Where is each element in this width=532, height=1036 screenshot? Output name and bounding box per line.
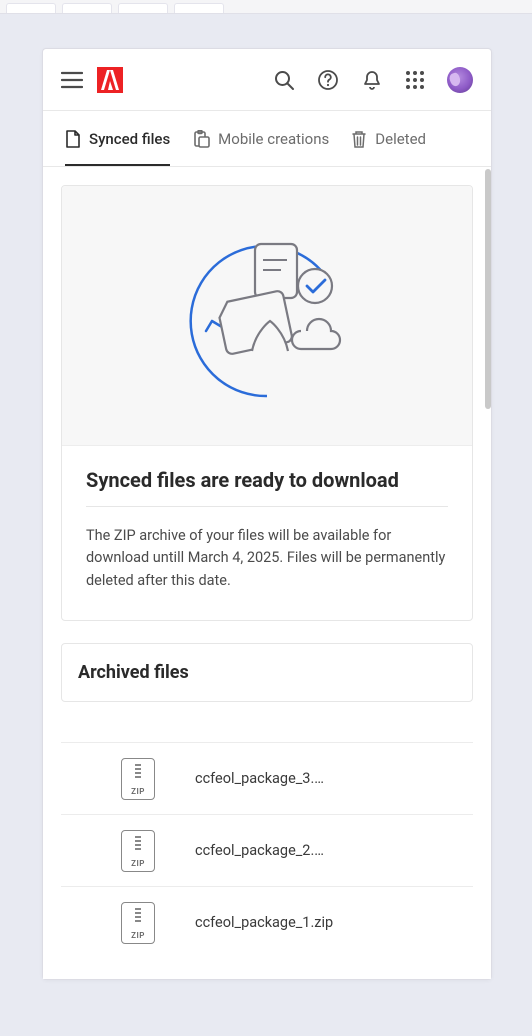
tab-label: Deleted: [375, 130, 426, 148]
tab-bar: Synced files Mobile creations Deleted: [43, 111, 491, 167]
file-row[interactable]: ccfeol_package_1.zip: [61, 886, 473, 958]
zip-file-icon: [121, 830, 155, 872]
file-name: ccfeol_package_2.…: [195, 842, 324, 859]
tab-label: Mobile creations: [218, 130, 329, 148]
clipboard-icon: [192, 130, 210, 148]
file-name: ccfeol_package_3.…: [195, 770, 324, 787]
file-row[interactable]: ccfeol_package_3.…: [61, 742, 473, 814]
hero-title: Synced files are ready to download: [86, 468, 448, 507]
hero-body-text: The ZIP archive of your files will be av…: [86, 525, 448, 592]
hero-card: Synced files are ready to download The Z…: [61, 185, 473, 621]
browser-tab-strip: [0, 0, 532, 14]
app-panel: Synced files Mobile creations Deleted: [42, 48, 492, 980]
avatar[interactable]: [447, 67, 473, 93]
tab-deleted[interactable]: Deleted: [351, 111, 426, 166]
tab-mobile-creations[interactable]: Mobile creations: [192, 111, 329, 166]
apps-grid-icon[interactable]: [405, 70, 425, 90]
zip-file-icon: [121, 902, 155, 944]
file-name: ccfeol_package_1.zip: [195, 914, 333, 931]
tab-label: Synced files: [89, 130, 170, 148]
top-bar: [43, 49, 491, 111]
archived-title: Archived files: [78, 662, 456, 683]
adobe-logo-icon[interactable]: [97, 67, 123, 93]
tab-synced-files[interactable]: Synced files: [65, 111, 170, 166]
zip-file-icon: [121, 758, 155, 800]
hamburger-menu-icon[interactable]: [61, 71, 83, 89]
content-area: Synced files are ready to download The Z…: [43, 167, 491, 979]
hero-illustration: [62, 186, 472, 446]
file-row[interactable]: ccfeol_package_2.…: [61, 814, 473, 886]
help-icon[interactable]: [317, 69, 339, 91]
search-icon[interactable]: [273, 69, 295, 91]
trash-icon: [351, 130, 367, 148]
file-icon: [65, 130, 81, 148]
file-list: ccfeol_package_3.… ccfeol_package_2.… cc…: [61, 742, 473, 958]
bell-icon[interactable]: [361, 69, 383, 91]
scrollbar-thumb[interactable]: [485, 169, 491, 409]
archived-section-header: Archived files: [61, 643, 473, 702]
